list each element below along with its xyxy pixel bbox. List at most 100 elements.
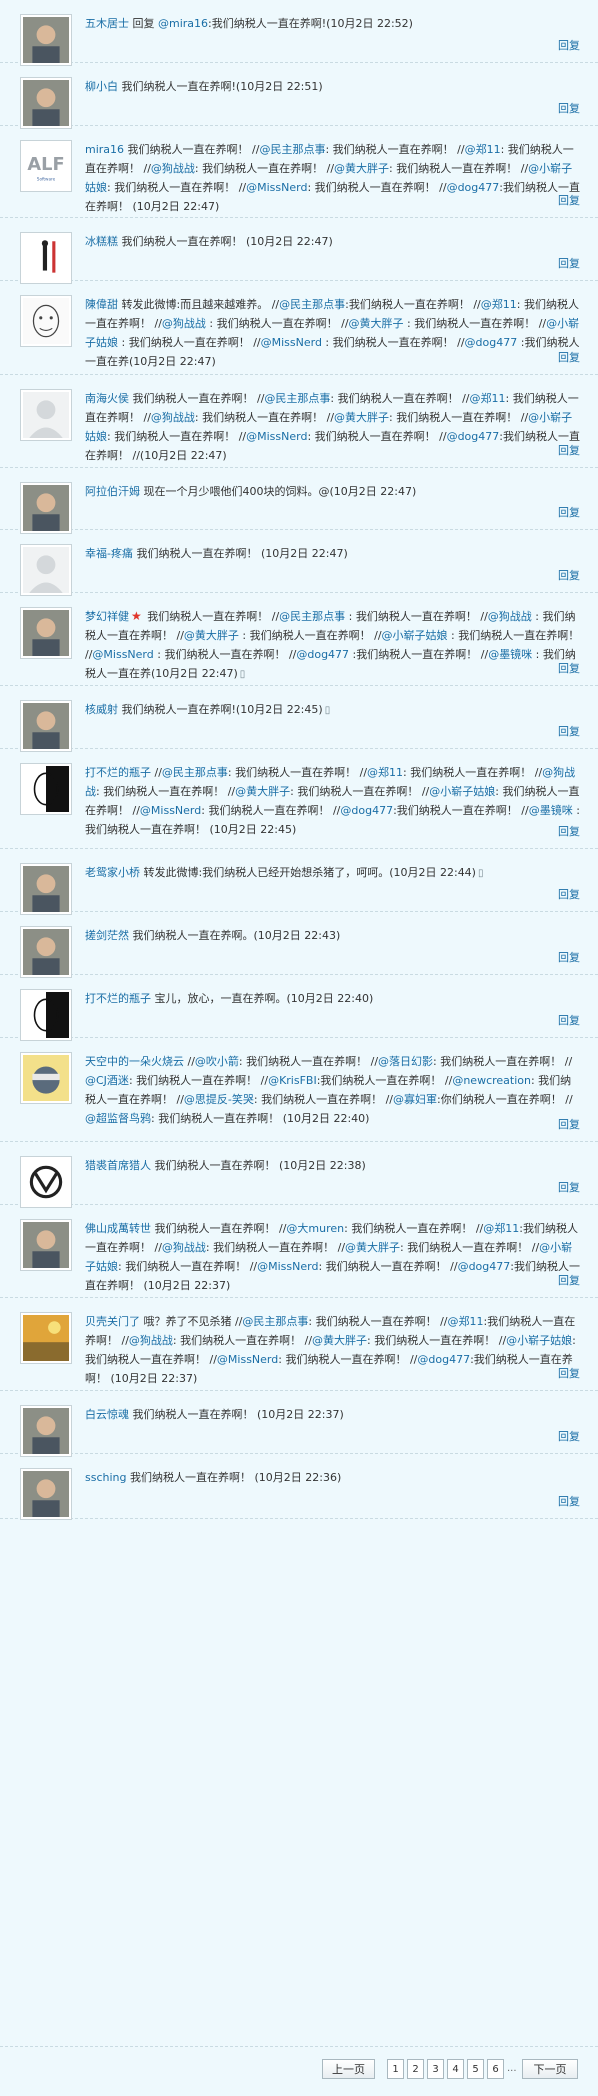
- default-avatar[interactable]: [20, 544, 72, 596]
- mention-link[interactable]: @郑11: [465, 143, 501, 156]
- photo-avatar[interactable]: [20, 926, 72, 978]
- mention-link[interactable]: @dog477: [458, 1260, 511, 1273]
- author-link[interactable]: 搓剑茫然: [85, 929, 129, 942]
- reply-link[interactable]: 回复: [558, 949, 580, 965]
- author-link[interactable]: 佛山成萬转世: [85, 1222, 151, 1235]
- reply-link[interactable]: 回复: [558, 1365, 580, 1381]
- mention-link[interactable]: @黄大胖子: [349, 317, 404, 330]
- mention-link[interactable]: @黄大胖子: [345, 1241, 400, 1254]
- mention-link[interactable]: @黄大胖子: [334, 162, 389, 175]
- mention-link[interactable]: @郑11: [470, 392, 506, 405]
- mention-link[interactable]: @狗战战: [162, 317, 206, 330]
- photo-avatar[interactable]: [20, 1468, 72, 1520]
- reply-link[interactable]: 回复: [558, 192, 580, 208]
- photo-avatar[interactable]: [20, 1405, 72, 1457]
- mention-link[interactable]: @民主那点事: [279, 298, 345, 311]
- cartoon-avatar[interactable]: [20, 1052, 72, 1104]
- mention-link[interactable]: @MissNerd: [246, 430, 307, 443]
- reply-link[interactable]: 回复: [558, 723, 580, 739]
- reply-link[interactable]: 回复: [558, 886, 580, 902]
- author-link[interactable]: 阿拉伯汗姆: [85, 485, 140, 498]
- mention-link[interactable]: @郑11: [483, 1222, 519, 1235]
- page-number[interactable]: 1: [387, 2059, 404, 2079]
- mention-link[interactable]: @狗战战: [151, 411, 195, 424]
- mention-link[interactable]: @墨镜咪: [529, 804, 573, 817]
- mention-link[interactable]: @郑11: [448, 1315, 484, 1328]
- mention-link[interactable]: @吹小箭: [195, 1055, 239, 1068]
- mention-link[interactable]: @民主那点事: [162, 766, 228, 779]
- mention-link[interactable]: @黄大胖子: [312, 1334, 367, 1347]
- mention-link[interactable]: @dog477: [340, 804, 393, 817]
- author-link[interactable]: 白云惊魂: [85, 1408, 129, 1421]
- mention-link[interactable]: @newcreation: [452, 1074, 531, 1087]
- mention-link[interactable]: @民主那点事: [264, 392, 330, 405]
- page-number[interactable]: 6: [487, 2059, 504, 2079]
- mention-link[interactable]: @民主那点事: [242, 1315, 308, 1328]
- photo-avatar[interactable]: [20, 863, 72, 915]
- mention-link[interactable]: @大muren: [286, 1222, 344, 1235]
- reply-link[interactable]: 回复: [558, 567, 580, 583]
- author-link[interactable]: ssching: [85, 1471, 127, 1484]
- mention-link[interactable]: @小崭子姑娘: [382, 629, 448, 642]
- mention-link[interactable]: @民主那点事: [279, 610, 345, 623]
- author-link[interactable]: mira16: [85, 143, 124, 156]
- author-link[interactable]: 柳小白: [85, 80, 118, 93]
- mention-link[interactable]: @狗战战: [151, 162, 195, 175]
- reply-link[interactable]: 回复: [558, 1428, 580, 1444]
- author-link[interactable]: 天空中的一朵火烧云: [85, 1055, 184, 1068]
- mention-link[interactable]: @超监督鸟鸦: [85, 1112, 151, 1125]
- mention-link[interactable]: @dog477: [465, 336, 518, 349]
- photo-avatar[interactable]: [20, 77, 72, 129]
- mention-link[interactable]: @黄大胖子: [184, 629, 239, 642]
- author-link[interactable]: 陳偉甜: [85, 298, 118, 311]
- mention-link[interactable]: @dog477: [447, 430, 500, 443]
- author-link[interactable]: 核威射: [85, 703, 118, 716]
- author-link[interactable]: 五木居士: [85, 17, 129, 30]
- mention-link[interactable]: @dog477: [417, 1353, 470, 1366]
- reply-link[interactable]: 回复: [558, 1012, 580, 1028]
- author-link[interactable]: 老鸳家小桥: [85, 866, 140, 879]
- mention-link[interactable]: @MissNerd: [140, 804, 201, 817]
- mention-link[interactable]: @KrisFBI: [268, 1074, 317, 1087]
- author-link[interactable]: 猎裘首席猎人: [85, 1159, 151, 1172]
- mention-link[interactable]: @MissNerd: [261, 336, 322, 349]
- next-page-button[interactable]: 下一页: [522, 2059, 578, 2079]
- prev-page-button[interactable]: 上一页: [322, 2059, 375, 2079]
- mention-link[interactable]: @小崭子姑娘: [429, 785, 495, 798]
- reply-link[interactable]: 回复: [558, 349, 580, 365]
- author-link[interactable]: 梦幻祥健: [85, 610, 129, 623]
- photo-avatar[interactable]: [20, 700, 72, 752]
- mention-link[interactable]: @狗战战: [488, 610, 532, 623]
- mention-link[interactable]: @郑11: [481, 298, 517, 311]
- page-number[interactable]: 4: [447, 2059, 464, 2079]
- mention-link[interactable]: @MissNerd: [257, 1260, 318, 1273]
- reply-link[interactable]: 回复: [558, 255, 580, 271]
- reply-link[interactable]: 回复: [558, 1493, 580, 1509]
- author-link[interactable]: 幸福-疼痛: [85, 547, 133, 560]
- mention-link[interactable]: @狗战战: [162, 1241, 206, 1254]
- mention-link[interactable]: @郑11: [367, 766, 403, 779]
- half-face-avatar[interactable]: [20, 989, 72, 1041]
- reply-link[interactable]: 回复: [558, 660, 580, 676]
- default-avatar[interactable]: [20, 389, 72, 441]
- reply-link[interactable]: 回复: [558, 823, 580, 839]
- page-number[interactable]: 3: [427, 2059, 444, 2079]
- reply-link[interactable]: 回复: [558, 37, 580, 53]
- mention-link[interactable]: @民主那点事: [259, 143, 325, 156]
- author-link[interactable]: 打不烂的瓶子: [85, 766, 151, 779]
- reply-link[interactable]: 回复: [558, 504, 580, 520]
- mention-link[interactable]: @dog477: [296, 648, 349, 661]
- page-number[interactable]: 5: [467, 2059, 484, 2079]
- mention-link[interactable]: @黄大胖子: [334, 411, 389, 424]
- photo-avatar[interactable]: [20, 14, 72, 66]
- figure-avatar[interactable]: [20, 232, 72, 284]
- author-link[interactable]: 贝壳关门了: [85, 1315, 140, 1328]
- reply-link[interactable]: 回复: [558, 1272, 580, 1288]
- reply-link[interactable]: 回复: [558, 1116, 580, 1132]
- author-link[interactable]: 打不烂的瓶子: [85, 992, 151, 1005]
- sketch-face-avatar[interactable]: [20, 295, 72, 347]
- reply-link[interactable]: 回复: [558, 100, 580, 116]
- mention-link[interactable]: @狗战战: [129, 1334, 173, 1347]
- mention-link[interactable]: @小崭子姑娘: [506, 1334, 572, 1347]
- mention-link[interactable]: @CJ酒迷: [85, 1074, 129, 1087]
